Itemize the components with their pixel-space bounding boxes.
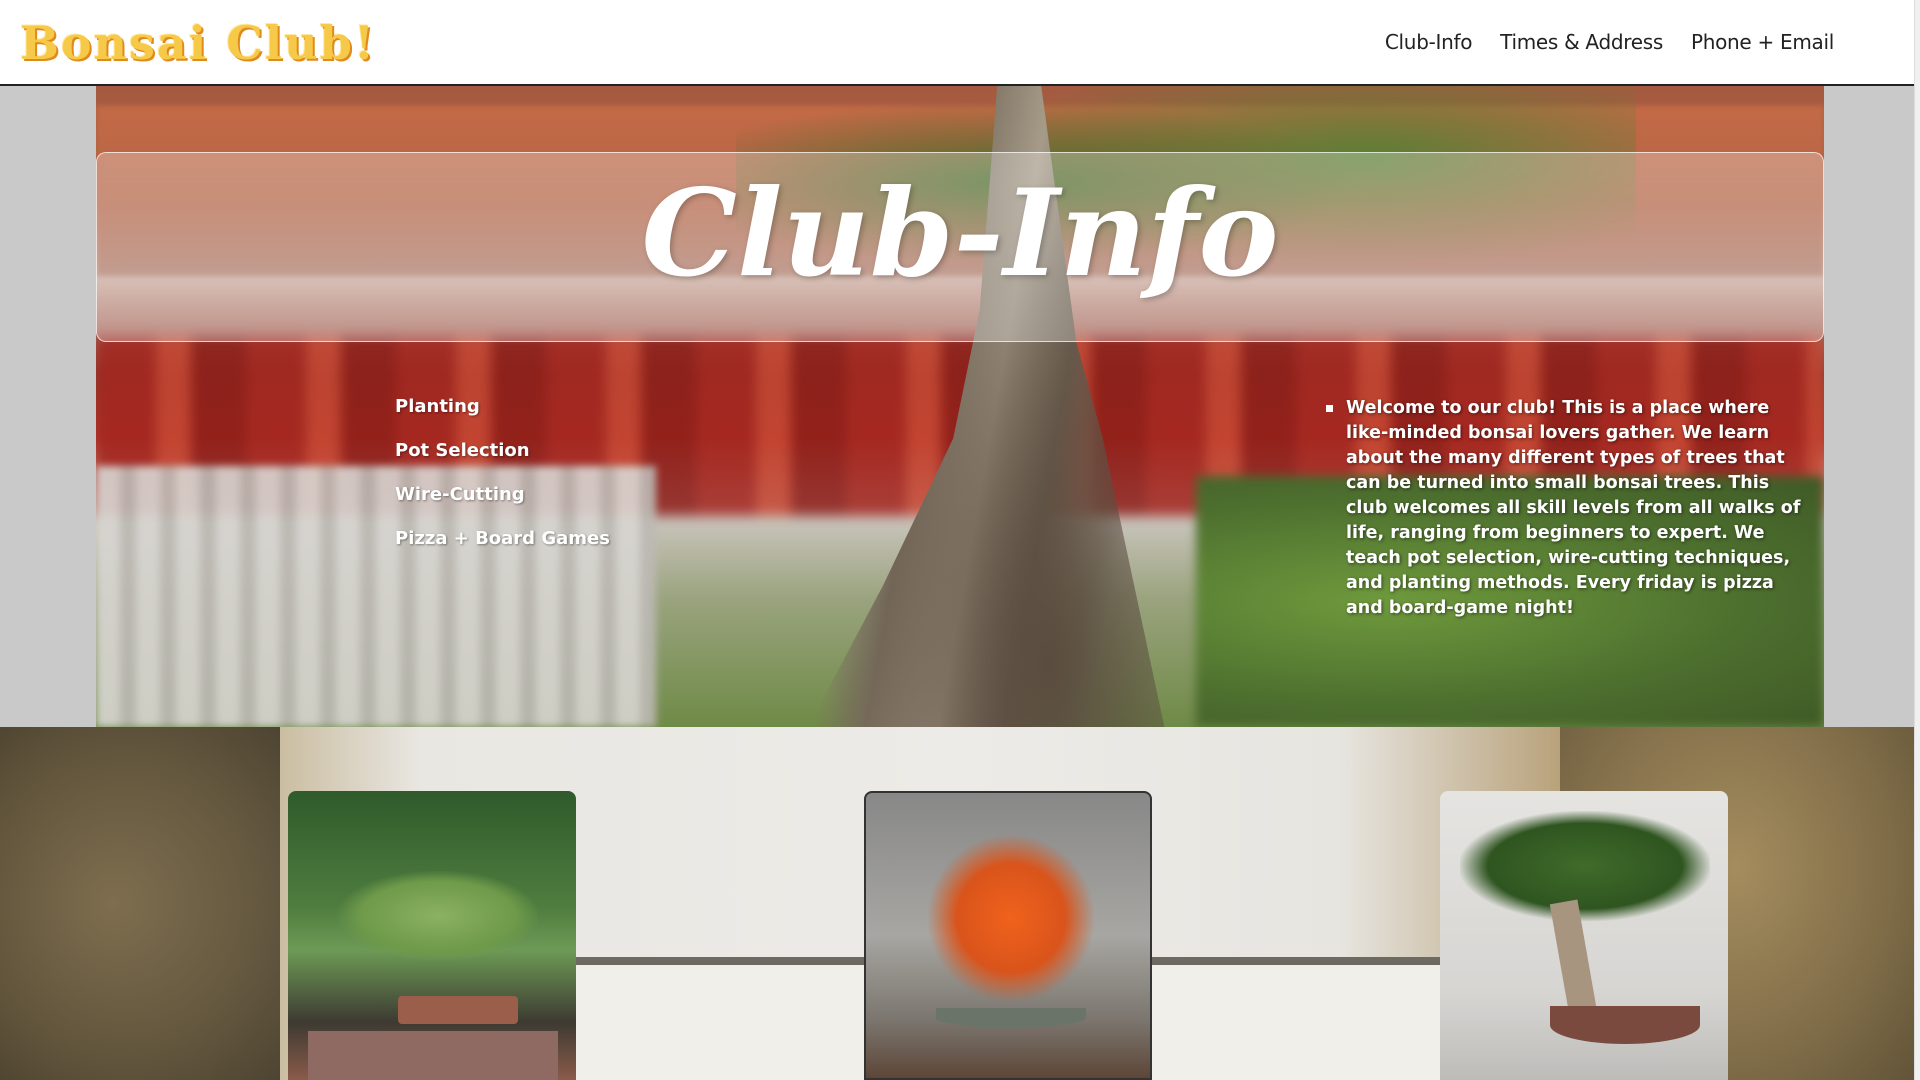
hero-section: Club-Info Planting Pot Selection Wire-Cu…: [96, 86, 1824, 727]
photo-tree-foliage: [1460, 811, 1710, 921]
nav-link-club-info[interactable]: Club-Info: [1385, 30, 1473, 54]
photo-bench: [308, 1031, 558, 1080]
main-nav: Club-Info Times & Address Phone + Email: [1385, 30, 1834, 54]
nav-link-phone-email[interactable]: Phone + Email: [1691, 30, 1834, 54]
photo-gallery: [0, 727, 1914, 1080]
welcome-text-block: Welcome to our club! This is a place whe…: [1326, 396, 1816, 621]
bonsai-photo-maple[interactable]: [864, 791, 1152, 1080]
topic-item: Pot Selection: [395, 440, 530, 461]
photo-tree-foliage: [338, 871, 538, 961]
topic-item: Planting: [395, 396, 480, 417]
page-title: Club-Info: [641, 163, 1279, 304]
topic-item: Wire-Cutting: [395, 484, 525, 505]
bullet-icon: [1326, 405, 1333, 412]
scrollbar[interactable]: [1914, 0, 1920, 1080]
nav-link-times-address[interactable]: Times & Address: [1500, 30, 1663, 54]
photo-pot: [1550, 1006, 1700, 1044]
site-logo[interactable]: Bonsai Club!: [20, 16, 376, 70]
topic-item: Pizza + Board Games: [395, 528, 610, 549]
bonsai-photo-pine[interactable]: [1440, 791, 1728, 1080]
site-header: Bonsai Club! Club-Info Times & Address P…: [0, 0, 1920, 86]
background-tree-left: [0, 727, 280, 1080]
bonsai-photo-juniper[interactable]: [288, 791, 576, 1080]
photo-pot: [398, 996, 518, 1024]
photo-pot: [936, 1008, 1086, 1028]
topics-list: Planting Pot Selection Wire-Cutting Pizz…: [395, 396, 610, 572]
welcome-paragraph: Welcome to our club! This is a place whe…: [1346, 398, 1801, 618]
title-panel: Club-Info: [96, 152, 1824, 342]
photo-tree-foliage: [926, 833, 1096, 1003]
